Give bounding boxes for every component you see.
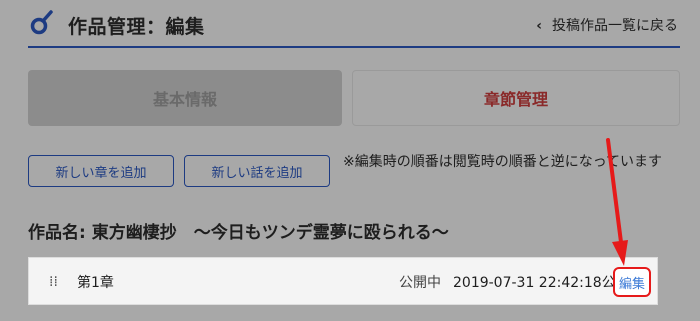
page-title: 作品管理：編集 — [68, 16, 205, 38]
tab-basic-info[interactable]: 基本情報 — [28, 70, 342, 126]
status-badge: 公開中 — [399, 275, 441, 291]
chapter-row: ⁞⁞ 第1章 公開中 2019-07-31 22:42:18公開 編集 — [28, 257, 658, 305]
published-date: 2019-07-31 22:42:18公開 — [453, 275, 630, 291]
back-to-list-link[interactable]: ‹ 投稿作品一覧に戻る — [536, 15, 678, 35]
work-title: 作品名: 東方幽棲抄 ～今日もツンデ霊夢に殴られる～ — [28, 223, 449, 243]
chapter-name: 第1章 — [77, 275, 114, 291]
drag-handle-icon[interactable]: ⁞⁞ — [49, 274, 58, 290]
order-note: ※編集時の順番は閲覧時の順番と逆になっています — [343, 154, 663, 170]
header: 作品管理：編集 ‹ 投稿作品一覧に戻る — [28, 0, 680, 46]
add-chapter-button[interactable]: 新しい章を追加 — [28, 155, 174, 187]
logo-icon — [30, 10, 53, 35]
back-link-label: 投稿作品一覧に戻る — [552, 18, 678, 34]
tabs: 基本情報 章節管理 — [28, 70, 680, 126]
header-divider — [28, 46, 680, 48]
chevron-left-icon: ‹ — [536, 18, 542, 34]
edit-chapter-button[interactable]: 編集 — [613, 267, 651, 297]
add-story-button[interactable]: 新しい話を追加 — [184, 155, 330, 187]
red-arrow-annotation — [606, 138, 628, 266]
tab-chapter-management[interactable]: 章節管理 — [352, 70, 680, 126]
